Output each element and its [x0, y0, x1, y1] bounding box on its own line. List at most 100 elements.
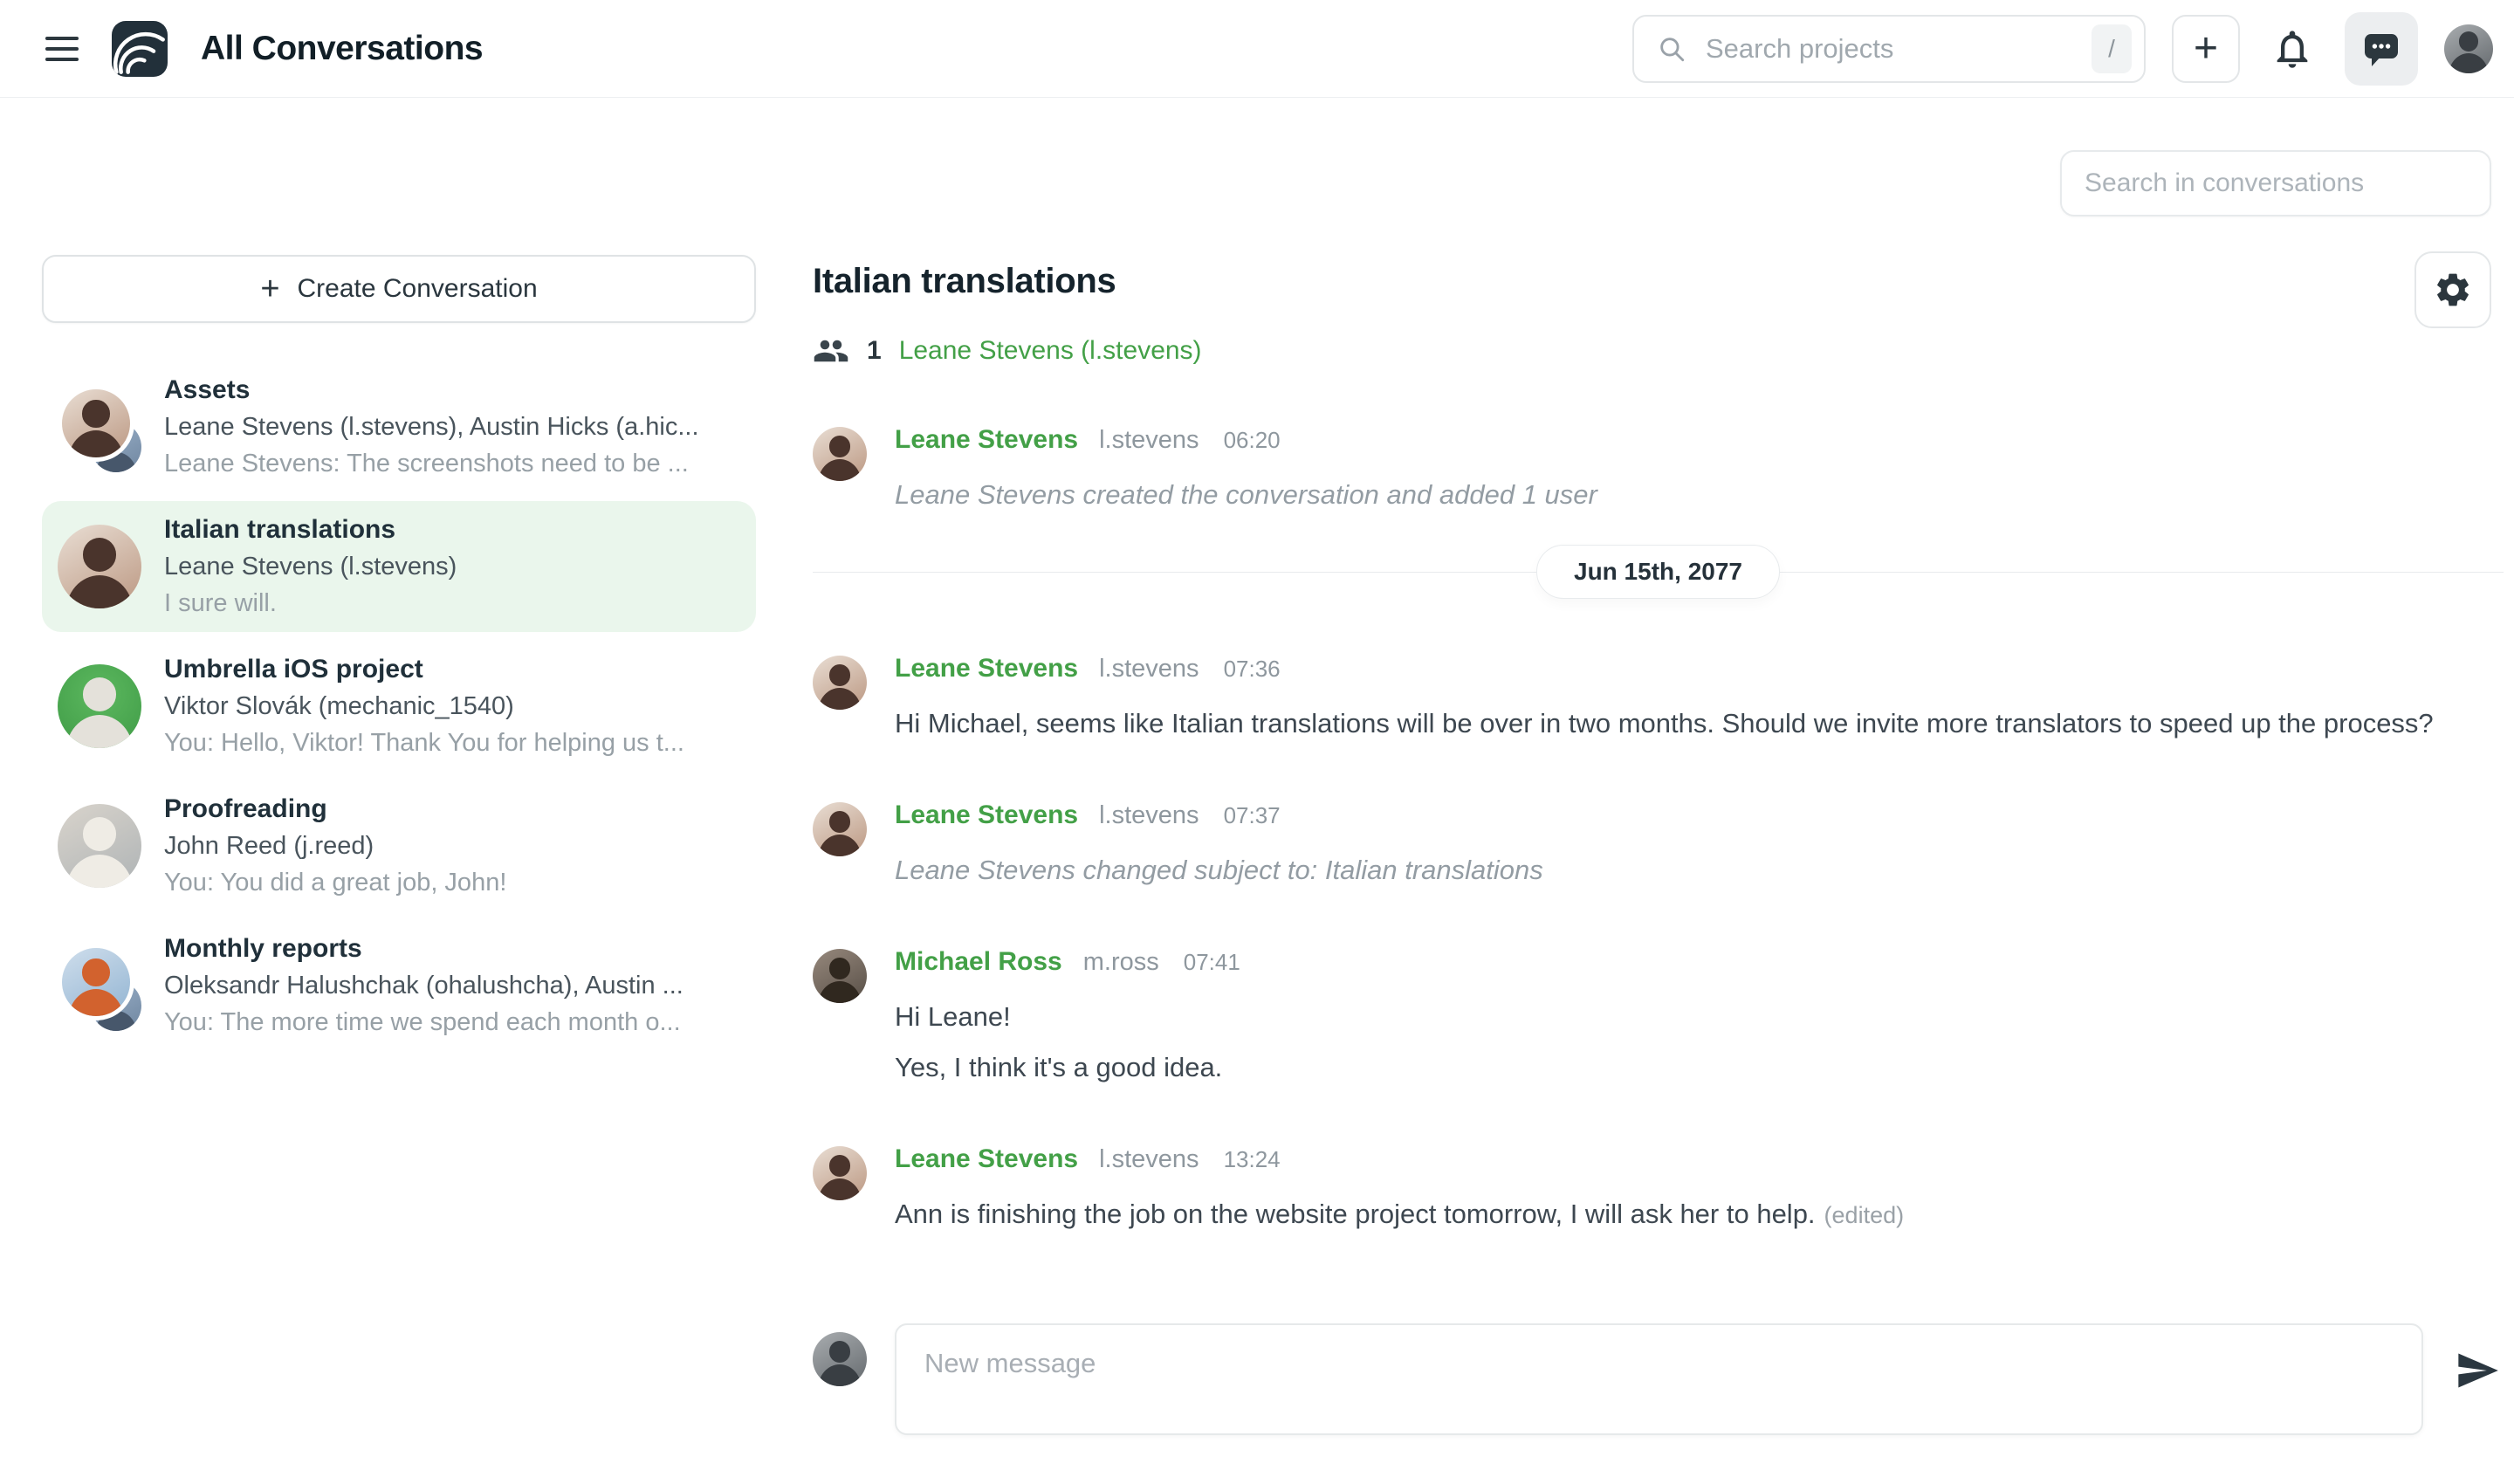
message-header: Leane Stevens l.stevens 07:37 — [895, 800, 1543, 830]
message-timestamp: 13:24 — [1224, 1146, 1281, 1173]
conversation-text: Assets Leane Stevens (l.stevens), Austin… — [164, 372, 740, 482]
conversation-list: Assets Leane Stevens (l.stevens), Austin… — [42, 361, 756, 1051]
edited-label: (edited) — [1824, 1202, 1905, 1228]
chat-message: Leane Stevens l.stevens 07:37 Leane Stev… — [813, 800, 2504, 891]
page-title: All Conversations — [201, 30, 483, 68]
participants-count: 1 — [867, 336, 882, 366]
conversation-avatar — [58, 944, 141, 1027]
message-username: l.stevens — [1099, 801, 1199, 830]
chat-panel: Italian translations 1 Leane Stevens (l.… — [813, 262, 2504, 1435]
avatar — [58, 664, 141, 748]
app-screen: All Conversations / + — [0, 0, 2514, 1484]
conversation-members: Leane Stevens (l.stevens) — [164, 548, 740, 585]
conversation-preview: Leane Stevens: The screenshots need to b… — [164, 445, 740, 482]
avatar — [58, 385, 134, 462]
conversation-list-item[interactable]: Assets Leane Stevens (l.stevens), Austin… — [42, 361, 756, 492]
message-body: Leane Stevens created the conversation a… — [895, 474, 1597, 516]
chat-header: Italian translations 1 Leane Stevens (l.… — [813, 262, 2504, 369]
message-content: Leane Stevens l.stevens 13:24 Ann is fin… — [895, 1144, 1904, 1236]
conversation-members: Leane Stevens (l.stevens), Austin Hicks … — [164, 409, 740, 445]
conversation-avatar — [58, 525, 141, 608]
conversation-members: Viktor Slovák (mechanic_1540) — [164, 688, 740, 725]
message-author-link[interactable]: Leane Stevens — [895, 1144, 1078, 1174]
participants-icon — [813, 333, 849, 369]
participants-row: 1 Leane Stevens (l.stevens) — [813, 333, 2504, 369]
search-in-conversations-box — [2060, 150, 2491, 216]
search-icon — [1657, 34, 1686, 64]
conversation-text: Proofreading John Reed (j.reed) You: You… — [164, 791, 740, 901]
chat-message: Michael Ross m.ross 07:41 Hi Leane!Yes, … — [813, 947, 2504, 1089]
conversation-avatar — [58, 385, 141, 469]
message-timestamp: 07:41 — [1184, 949, 1240, 976]
participants-names-link[interactable]: Leane Stevens (l.stevens) — [899, 336, 1202, 366]
message-content: Leane Stevens l.stevens 07:36 Hi Michael… — [895, 654, 2434, 745]
message-timestamp: 07:37 — [1224, 802, 1281, 829]
conversations-sidebar: + Create Conversation Assets Leane Steve… — [42, 255, 756, 1051]
message-header: Leane Stevens l.stevens 07:36 — [895, 654, 2434, 684]
send-icon — [2455, 1348, 2500, 1393]
conversation-list-item[interactable]: Proofreading John Reed (j.reed) You: You… — [42, 780, 756, 911]
conversation-members: Oleksandr Halushchak (ohalushcha), Austi… — [164, 967, 740, 1004]
message-header: Leane Stevens l.stevens 06:20 — [895, 425, 1597, 455]
conversation-list-item[interactable]: Italian translations Leane Stevens (l.st… — [42, 501, 756, 632]
top-bar: All Conversations / + — [0, 0, 2514, 98]
conversation-list-item[interactable]: Monthly reports Oleksandr Halushchak (oh… — [42, 920, 756, 1051]
message-composer — [813, 1323, 2504, 1435]
conversation-preview: You: You did a great job, John! — [164, 864, 740, 901]
current-user-avatar — [813, 1332, 867, 1386]
chat-bubble-icon — [2360, 28, 2402, 70]
message-content: Leane Stevens l.stevens 07:37 Leane Stev… — [895, 800, 1543, 891]
message-author-link[interactable]: Leane Stevens — [895, 425, 1078, 455]
conversation-text: Italian translations Leane Stevens (l.st… — [164, 512, 740, 622]
search-projects-input[interactable] — [1706, 33, 2072, 65]
avatar — [58, 944, 134, 1020]
message-list: Leane Stevens l.stevens 06:20 Leane Stev… — [813, 425, 2504, 1236]
message-username: l.stevens — [1099, 1145, 1199, 1174]
top-bar-right: / + — [1632, 12, 2493, 86]
notifications-bell-icon[interactable] — [2266, 23, 2318, 75]
app-logo[interactable] — [112, 21, 168, 77]
conversations-toggle-button[interactable] — [2345, 12, 2418, 86]
search-shortcut-badge: / — [2092, 24, 2132, 73]
message-author-link[interactable]: Michael Ross — [895, 947, 1062, 977]
conversation-settings-button[interactable] — [2414, 251, 2491, 328]
message-username: m.ross — [1083, 948, 1159, 977]
user-avatar[interactable] — [2444, 24, 2493, 73]
chat-message: Leane Stevens l.stevens 13:24 Ann is fin… — [813, 1144, 2504, 1236]
send-message-button[interactable] — [2451, 1344, 2504, 1397]
message-timestamp: 07:36 — [1224, 656, 1281, 683]
date-divider: Jun 15th, 2077 — [813, 546, 2504, 598]
conversation-list-item[interactable]: Umbrella iOS project Viktor Slovák (mech… — [42, 641, 756, 772]
conversation-members: John Reed (j.reed) — [164, 828, 740, 864]
plus-icon: + — [2194, 28, 2218, 70]
message-author-link[interactable]: Leane Stevens — [895, 800, 1078, 830]
message-avatar — [813, 656, 867, 710]
message-content: Michael Ross m.ross 07:41 Hi Leane!Yes, … — [895, 947, 1240, 1089]
conversation-text: Monthly reports Oleksandr Halushchak (oh… — [164, 931, 740, 1041]
message-body: Hi Leane!Yes, I think it's a good idea. — [895, 996, 1240, 1089]
message-avatar — [813, 802, 867, 856]
add-button[interactable]: + — [2172, 15, 2240, 83]
conversation-title: Italian translations — [164, 512, 740, 548]
conversation-avatar — [58, 804, 141, 888]
message-username: l.stevens — [1099, 426, 1199, 455]
chat-title: Italian translations — [813, 262, 2504, 301]
conversation-preview: You: The more time we spend each month o… — [164, 1004, 740, 1041]
date-divider-label: Jun 15th, 2077 — [1536, 545, 1780, 599]
conversation-title: Monthly reports — [164, 931, 740, 967]
conversation-title: Proofreading — [164, 791, 740, 828]
conversation-avatar — [58, 664, 141, 748]
message-header: Michael Ross m.ross 07:41 — [895, 947, 1240, 977]
message-timestamp: 06:20 — [1224, 427, 1281, 454]
new-message-input[interactable] — [895, 1323, 2423, 1435]
message-avatar — [813, 1146, 867, 1200]
message-author-link[interactable]: Leane Stevens — [895, 654, 1078, 684]
message-content: Leane Stevens l.stevens 06:20 Leane Stev… — [895, 425, 1597, 516]
chat-message: Leane Stevens l.stevens 07:36 Hi Michael… — [813, 654, 2504, 745]
conversation-preview: You: Hello, Viktor! Thank You for helpin… — [164, 725, 740, 761]
create-conversation-button[interactable]: + Create Conversation — [42, 255, 756, 323]
search-in-conversations-input[interactable] — [2085, 168, 2467, 198]
search-projects-box: / — [1632, 15, 2146, 83]
conversation-text: Umbrella iOS project Viktor Slovák (mech… — [164, 651, 740, 761]
hamburger-menu-icon[interactable] — [45, 37, 79, 61]
